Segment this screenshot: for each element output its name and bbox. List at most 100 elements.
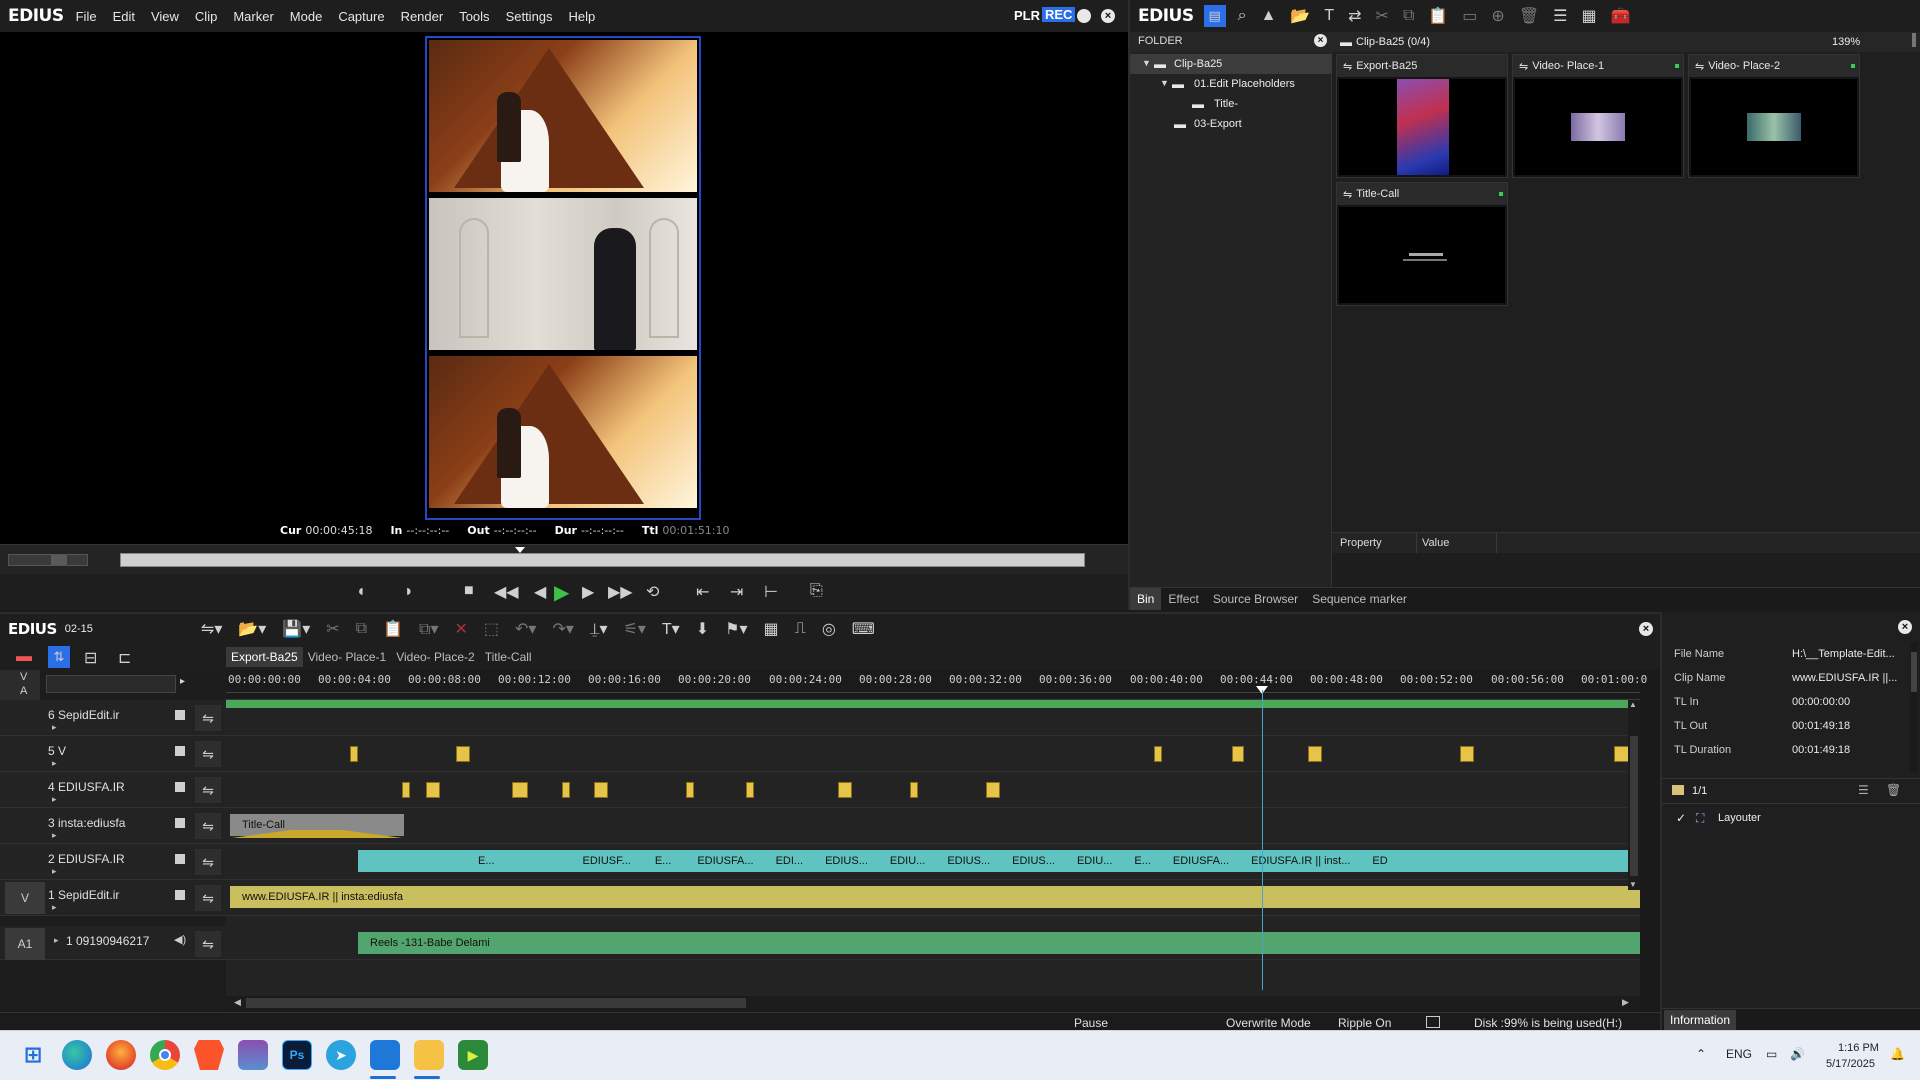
menu-clip[interactable]: Clip [195, 9, 217, 24]
expand-icon[interactable]: ▸ [52, 758, 57, 769]
keyframe-clip[interactable] [562, 782, 570, 798]
column-divider[interactable] [1496, 533, 1497, 553]
sync-lock-icon[interactable]: ⇅ [48, 646, 70, 668]
chevron-down-icon[interactable]: ▼ [1160, 78, 1169, 88]
firefox-icon[interactable] [106, 1040, 136, 1070]
clip-card[interactable]: ⇋ Video- Place-2 [1688, 54, 1860, 178]
track-header[interactable]: 4 EDIUSFA.IR ▸ ⇋ [0, 772, 226, 808]
scroll-thumb[interactable] [1630, 736, 1638, 876]
export-icon[interactable]: ⎘ [810, 582, 823, 600]
copy-icon[interactable]: ⧉ [356, 620, 367, 638]
open-clip-icon[interactable]: 📂 [1290, 6, 1310, 26]
add-to-timeline-icon[interactable]: ⊕ [1491, 6, 1504, 26]
keyframe-clip[interactable] [1308, 746, 1322, 762]
language-indicator[interactable]: ENG [1726, 1047, 1752, 1061]
clip-card[interactable]: ⇋ Title-Call [1336, 182, 1508, 306]
notification-icon[interactable]: 🔔 [1890, 1047, 1905, 1061]
vertical-scrollbar[interactable]: ▲ ▼ [1628, 700, 1640, 890]
step-forward-icon[interactable]: ▶ [582, 582, 594, 602]
keyframe-clip[interactable] [986, 782, 1000, 798]
copy-icon[interactable]: ⧉ [1403, 7, 1414, 25]
sync-icon[interactable]: ⇋ [195, 849, 221, 875]
start-icon[interactable]: ⊞ [18, 1040, 48, 1070]
add-title-icon[interactable]: T [1324, 7, 1334, 25]
keyframe-clip[interactable] [512, 782, 528, 798]
winrar-icon[interactable] [238, 1040, 268, 1070]
rec-toggle[interactable]: REC [1042, 7, 1076, 22]
photoshop-icon[interactable]: Ps [282, 1040, 312, 1070]
menu-help[interactable]: Help [569, 9, 596, 24]
fast-forward-icon[interactable]: ▶▶ [608, 582, 633, 602]
tab-source-browser[interactable]: Source Browser [1206, 588, 1305, 610]
keyframe-clip[interactable] [686, 782, 694, 798]
tab-sequence[interactable]: Title-Call [480, 647, 537, 667]
tab-sequence[interactable]: Export-Ba25 [226, 647, 303, 667]
close-icon[interactable]: × [1101, 9, 1115, 23]
delete-icon[interactable]: ✕ [454, 619, 467, 639]
track-header[interactable]: V 1 SepidEdit.ir ▸ ⇋ [0, 880, 226, 916]
keyframe-clip[interactable] [594, 782, 608, 798]
column-divider[interactable] [1416, 533, 1417, 553]
list-icon[interactable]: ☰ [1858, 783, 1869, 797]
chevron-down-icon[interactable]: ▼ [1142, 58, 1151, 68]
toolbox-icon[interactable]: 🧰 [1611, 6, 1631, 26]
sync-icon[interactable]: ⇋ [195, 813, 221, 839]
keyframe-clip[interactable] [402, 782, 410, 798]
vectorscope-icon[interactable]: ◎ [822, 619, 836, 639]
video-mute-icon[interactable] [175, 818, 185, 828]
keyframe-clip[interactable] [910, 782, 918, 798]
clip-card[interactable]: ⇋ Video- Place-1 [1512, 54, 1684, 178]
list-view-icon[interactable]: ☰ [1553, 6, 1567, 26]
video-mute-icon[interactable] [175, 710, 185, 720]
cut-icon[interactable]: ✂ [1376, 6, 1389, 26]
save-icon[interactable]: 💾▾ [282, 619, 310, 639]
tree-item[interactable]: ▬ Title- [1130, 94, 1332, 114]
brave-icon[interactable] [194, 1040, 224, 1070]
telegram-icon[interactable]: ➤ [326, 1040, 356, 1070]
keyframe-clip[interactable] [838, 782, 852, 798]
volume-icon[interactable]: 🔊 [1790, 1047, 1805, 1061]
menu-settings[interactable]: Settings [506, 9, 553, 24]
effect-item[interactable]: ✓ ⛶ Layouter [1662, 808, 1920, 830]
track-zoom-select[interactable] [46, 675, 176, 693]
scroll-thumb[interactable] [1911, 652, 1917, 692]
edius-taskbar-icon[interactable] [370, 1040, 400, 1070]
undo-icon[interactable]: ↶▾ [515, 619, 536, 639]
link-icon[interactable]: ⊟ [84, 648, 97, 668]
speaker-icon[interactable]: ◀) [174, 933, 186, 946]
expand-icon[interactable]: ▸ [52, 830, 57, 841]
paste-icon[interactable]: 📋 [1428, 6, 1448, 26]
tab-effect[interactable]: Effect [1161, 588, 1205, 610]
track-header[interactable]: 2 EDIUSFA.IR ▸ ⇋ [0, 844, 226, 880]
playhead-marker-icon[interactable] [515, 547, 525, 553]
video-mute-icon[interactable] [175, 890, 185, 900]
tray-chevron-icon[interactable]: ⌃ [1696, 1047, 1706, 1061]
sequence-menu-icon[interactable]: ⇋▾ [201, 619, 222, 639]
render-icon[interactable]: ⬇ [696, 619, 709, 639]
menu-mode[interactable]: Mode [290, 9, 323, 24]
expand-icon[interactable]: ▸ [52, 722, 57, 733]
expand-icon[interactable]: ▸ [52, 902, 57, 913]
close-icon[interactable]: × [1314, 34, 1327, 47]
keyframe-clip[interactable] [426, 782, 440, 798]
menu-capture[interactable]: Capture [338, 9, 384, 24]
scroll-down-icon[interactable]: ▼ [1629, 880, 1637, 889]
time-ruler[interactable]: 00:00:00:00 00:00:04:00 00:00:08:00 00:0… [226, 670, 1647, 700]
info-scrollbar[interactable] [1910, 642, 1918, 772]
scroll-thumb[interactable] [246, 998, 746, 1008]
timeline-clip[interactable]: Reels -131-Babe Delami [358, 932, 1640, 954]
menu-render[interactable]: Render [401, 9, 444, 24]
tab-bin[interactable]: Bin [1130, 588, 1162, 610]
chrome-icon[interactable] [150, 1040, 180, 1070]
sync-icon[interactable]: ⇋ [195, 885, 221, 911]
track-header[interactable]: 6 SepidEdit.ir ▸ ⇋ [0, 700, 226, 736]
close-icon[interactable]: × [1898, 620, 1912, 634]
track-mode-icon[interactable]: ▬ [16, 648, 32, 666]
scroll-up-icon[interactable]: ▲ [1629, 700, 1637, 709]
sync-icon[interactable]: ⇋ [195, 705, 221, 731]
title-icon[interactable]: T▾ [662, 619, 680, 639]
zoom-slider[interactable] [1912, 33, 1916, 47]
clip-card[interactable]: ⇋ Export-Ba25 [1336, 54, 1508, 178]
keyframe-clip[interactable] [1154, 746, 1162, 762]
keyframe-clip[interactable] [350, 746, 358, 762]
